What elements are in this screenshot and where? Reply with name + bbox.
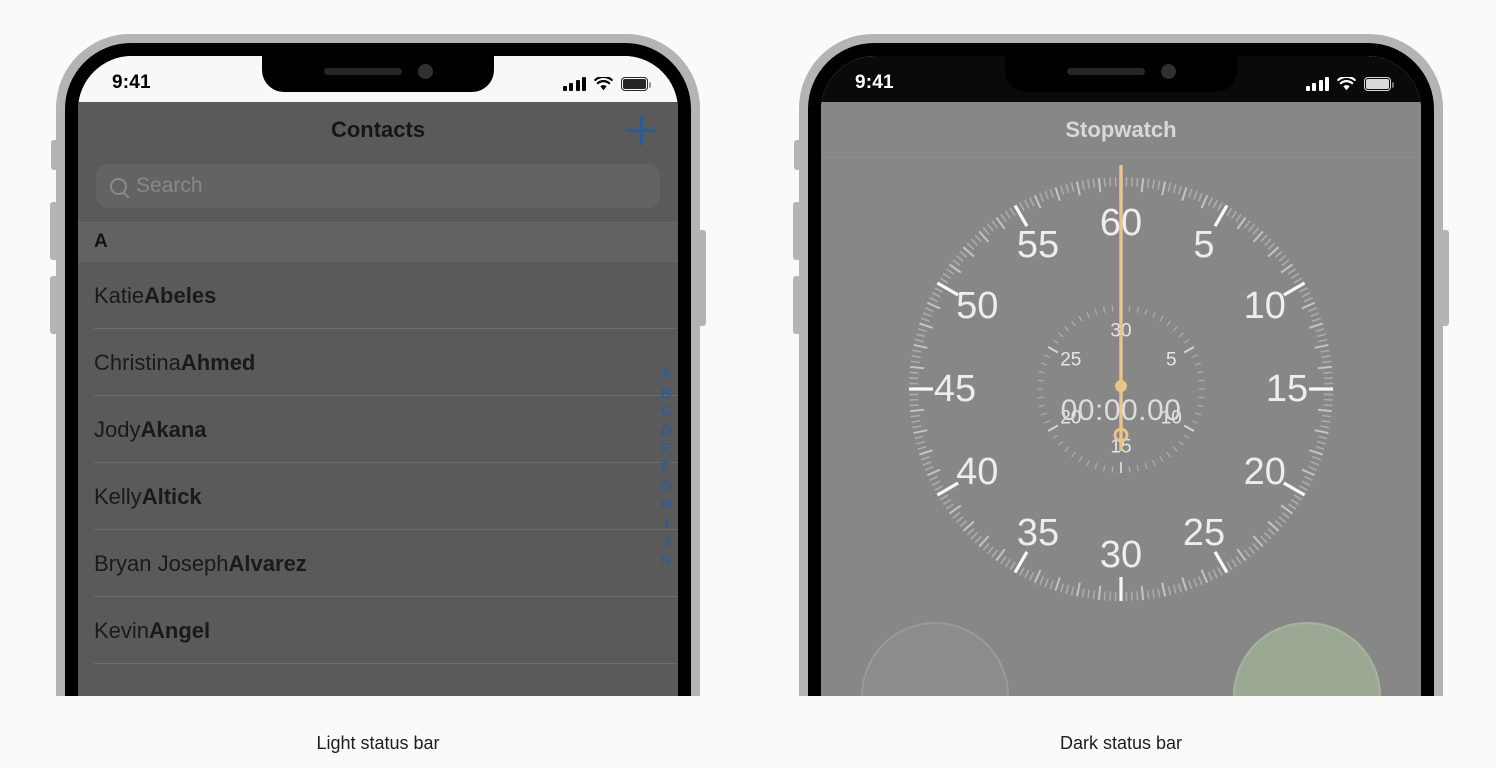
contact-first-name: Katie xyxy=(94,282,145,308)
index-letter[interactable]: D xyxy=(661,422,672,441)
svg-text:25: 25 xyxy=(1060,350,1081,371)
caption-light-status-bar: Light status bar xyxy=(316,733,440,753)
contact-last-name: Alvarez xyxy=(228,550,307,576)
contact-list: Katie Abeles Christina Ahmed Jody Akana Kel… xyxy=(78,262,678,664)
svg-text:45: 45 xyxy=(934,368,976,410)
index-letter[interactable]: E xyxy=(661,440,671,459)
section-header-a: A xyxy=(78,222,678,262)
contact-first-name: Jody xyxy=(94,416,141,442)
phone-screen-contacts: 9:41 Contacts Search A Katie Abeles Chri… xyxy=(78,56,678,696)
status-bar-icons xyxy=(1305,75,1395,91)
search-bar-container: Search xyxy=(78,158,678,222)
svg-text:20: 20 xyxy=(1244,451,1286,493)
phone-mockup-light: 9:41 Contacts Search A Katie Abeles Chri… xyxy=(50,34,706,696)
index-letter[interactable]: F xyxy=(662,459,671,478)
contact-row[interactable]: Kevin Angel xyxy=(78,597,678,664)
contact-first-name: Bryan Joseph xyxy=(94,550,229,576)
svg-text:55: 55 xyxy=(1017,224,1059,266)
volume-down-button[interactable] xyxy=(50,276,57,334)
stopwatch-screen-body: Stopwatch 605101520253035404550553051015… xyxy=(821,102,1421,696)
battery-full-icon xyxy=(1364,77,1395,91)
front-camera-icon xyxy=(1160,63,1176,79)
notch xyxy=(1005,56,1237,92)
wifi-icon xyxy=(594,75,613,91)
index-letter[interactable]: B xyxy=(661,385,672,404)
volume-up-button[interactable] xyxy=(793,202,800,260)
earpiece-speaker-icon xyxy=(323,67,402,75)
contact-row[interactable]: Christina Ahmed xyxy=(78,329,678,396)
contact-first-name: Kelly xyxy=(94,483,142,509)
contact-last-name: Ahmed xyxy=(180,349,256,375)
start-button[interactable] xyxy=(1233,622,1381,696)
screenshot-stage: 9:41 Contacts Search A Katie Abeles Chri… xyxy=(0,0,1496,768)
contact-first-name: Christina xyxy=(94,349,181,375)
index-letter[interactable]: J xyxy=(662,533,670,552)
search-input[interactable]: Search xyxy=(96,164,660,208)
contact-last-name: Abeles xyxy=(144,282,217,308)
search-placeholder: Search xyxy=(136,174,203,197)
contact-row[interactable]: Jody Akana xyxy=(78,396,678,463)
navigation-bar-contacts: Contacts xyxy=(78,102,678,158)
phone-screen-stopwatch: 9:41 Stopwatch 60 5 10 15 20 25 30 35 40… xyxy=(821,56,1421,696)
front-camera-icon xyxy=(417,63,433,79)
index-letter[interactable]: G xyxy=(660,478,672,497)
stopwatch-dial: 6051015202530354045505530510152025 xyxy=(891,159,1351,619)
phone-frame-inner: 9:41 xyxy=(808,43,1434,696)
index-letter[interactable]: C xyxy=(661,403,672,422)
elapsed-time-display: 00:00.00 xyxy=(1060,394,1182,427)
cellular-bars-icon xyxy=(562,77,586,91)
power-button[interactable] xyxy=(1442,230,1449,326)
index-letter[interactable]: K xyxy=(661,552,672,571)
svg-text:5: 5 xyxy=(1193,224,1214,266)
silent-switch-button[interactable] xyxy=(794,140,800,170)
contact-row[interactable]: Katie Abeles xyxy=(78,262,678,329)
wifi-icon xyxy=(1337,75,1356,91)
earpiece-speaker-icon xyxy=(1066,67,1145,75)
stopwatch-controls xyxy=(821,622,1421,696)
section-index-scrubber[interactable]: ABCDEFGHIJK xyxy=(660,366,672,571)
contact-last-name: Altick xyxy=(141,483,202,509)
cellular-bars-icon xyxy=(1305,77,1329,91)
svg-text:25: 25 xyxy=(1183,512,1225,554)
page-title: Stopwatch xyxy=(1065,116,1177,142)
svg-text:35: 35 xyxy=(1017,512,1059,554)
add-contact-button[interactable] xyxy=(626,115,656,145)
status-bar-time: 9:41 xyxy=(855,72,894,93)
index-letter[interactable]: A xyxy=(661,366,672,385)
volume-down-button[interactable] xyxy=(793,276,800,334)
contact-first-name: Kevin xyxy=(94,617,150,643)
page-title: Contacts xyxy=(330,117,426,142)
contact-row[interactable]: Kelly Altick xyxy=(78,463,678,530)
silent-switch-button[interactable] xyxy=(51,140,57,170)
svg-text:15: 15 xyxy=(1266,368,1308,410)
lap-button[interactable] xyxy=(861,622,1009,696)
contacts-screen-body: Contacts Search A Katie Abeles Christina … xyxy=(78,102,678,696)
contact-last-name: Angel xyxy=(149,617,211,643)
phone-frame-inner: 9:41 xyxy=(65,43,691,696)
status-bar-time: 9:41 xyxy=(112,72,151,93)
svg-text:10: 10 xyxy=(1244,285,1286,327)
contact-row[interactable]: Bryan Joseph Alvarez xyxy=(78,530,678,597)
index-letter[interactable]: I xyxy=(664,515,668,534)
search-icon xyxy=(110,177,127,195)
notch xyxy=(262,56,494,92)
volume-up-button[interactable] xyxy=(50,202,57,260)
contact-last-name: Akana xyxy=(140,416,207,442)
battery-full-icon xyxy=(621,77,652,91)
svg-text:50: 50 xyxy=(956,285,998,327)
index-letter[interactable]: H xyxy=(661,496,672,515)
caption-dark-status-bar: Dark status bar xyxy=(1059,733,1183,753)
power-button[interactable] xyxy=(699,230,706,326)
status-bar-icons xyxy=(562,75,652,91)
phone-mockup-dark: 9:41 Stopwatch 60 5 10 15 20 25 30 35 40… xyxy=(793,34,1449,696)
svg-text:40: 40 xyxy=(956,451,998,493)
stopwatch-dial-svg: 6051015202530354045505530510152025 xyxy=(909,165,1333,601)
navigation-bar-stopwatch: Stopwatch xyxy=(821,102,1421,158)
svg-text:30: 30 xyxy=(1100,534,1142,576)
svg-text:5: 5 xyxy=(1166,350,1177,371)
